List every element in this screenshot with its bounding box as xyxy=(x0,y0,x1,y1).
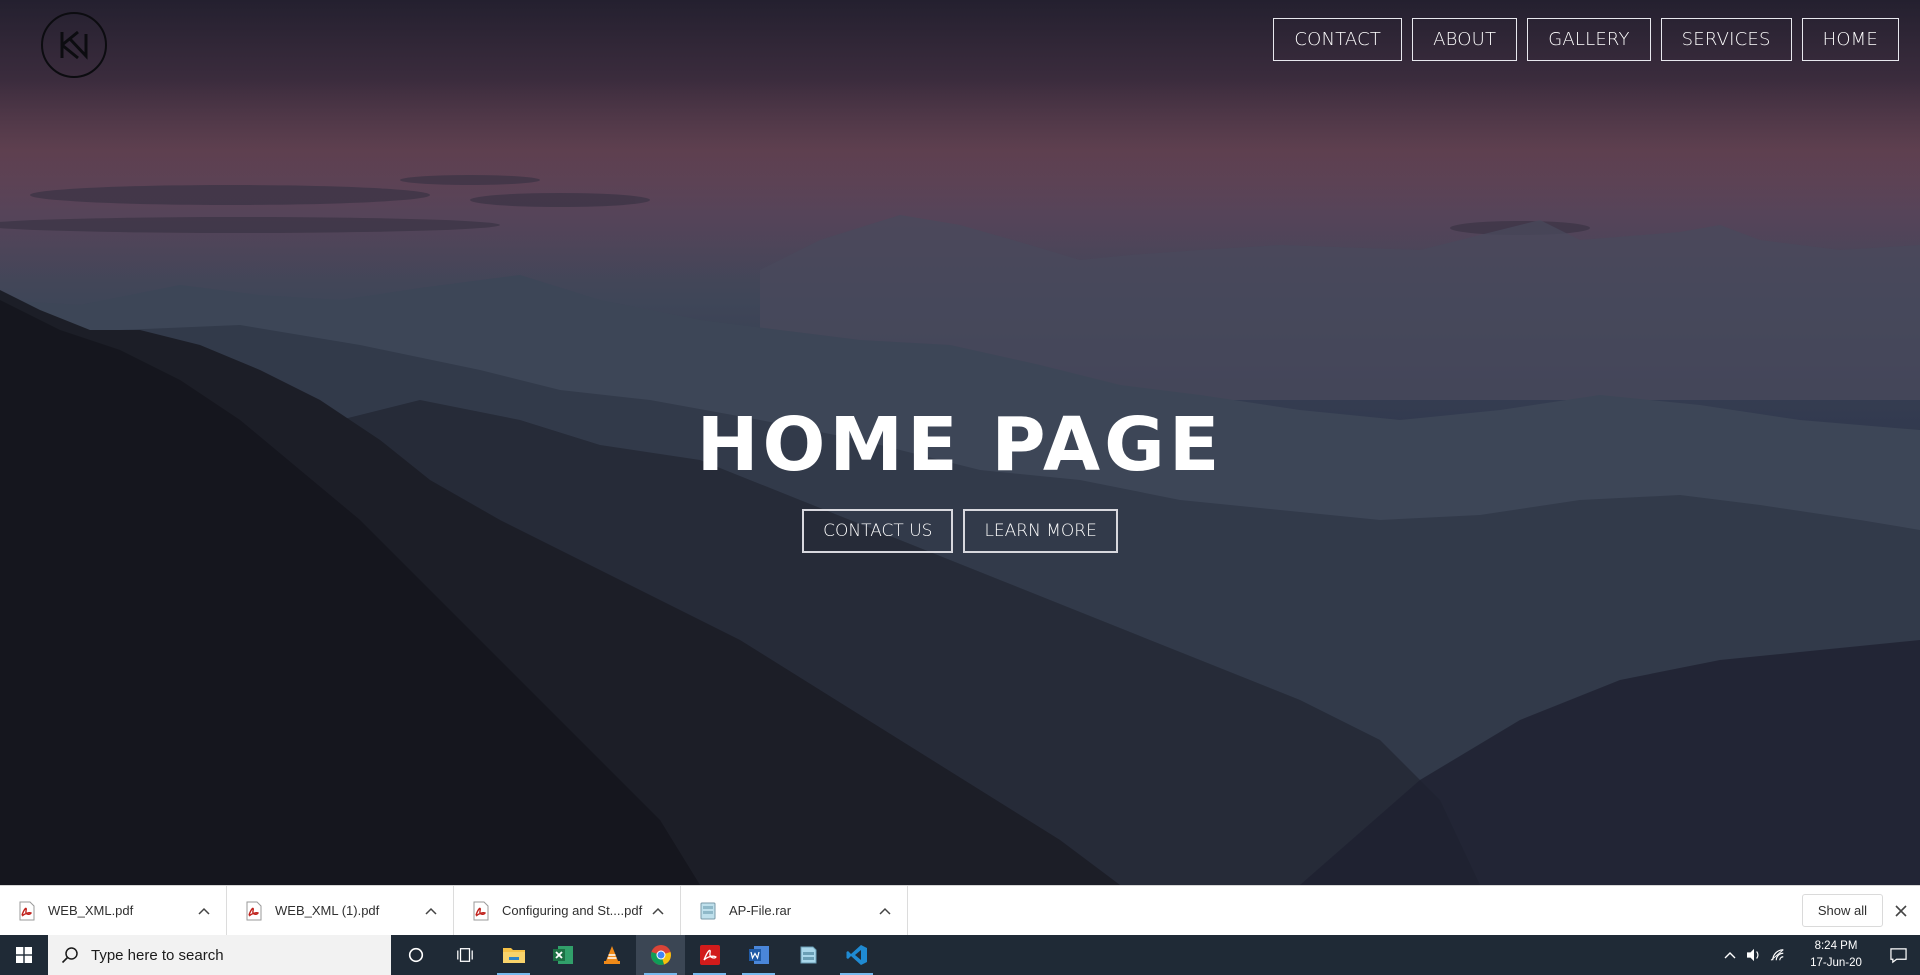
learn-more-button[interactable]: LEARN MORE xyxy=(963,509,1118,553)
windows-start-icon[interactable] xyxy=(0,935,48,975)
file-explorer-icon[interactable] xyxy=(489,935,538,975)
logo-mark-icon xyxy=(60,30,88,60)
clock-time: 8:24 PM xyxy=(1814,940,1858,952)
action-center-icon[interactable] xyxy=(1876,935,1920,975)
hero-actions: CONTACT US LEARN MORE xyxy=(0,509,1920,553)
word-icon[interactable] xyxy=(734,935,783,975)
system-tray: 8:24 PM 17-Jun-20 xyxy=(1718,935,1920,975)
wifi-icon[interactable] xyxy=(1766,935,1790,975)
site-logo[interactable] xyxy=(41,12,107,78)
pdf-file-icon xyxy=(18,901,36,921)
taskbar-clock[interactable]: 8:24 PM 17-Jun-20 xyxy=(1796,938,1876,972)
chevron-up-icon[interactable] xyxy=(423,903,439,919)
excel-icon[interactable] xyxy=(538,935,587,975)
archive-file-icon xyxy=(699,901,717,921)
cortana-icon[interactable] xyxy=(391,935,440,975)
taskbar-search-input[interactable]: Type here to search xyxy=(48,935,391,975)
download-filename: WEB_XML (1).pdf xyxy=(275,903,380,918)
contact-us-button[interactable]: CONTACT US xyxy=(802,509,954,553)
hero-section: CONTACT ABOUT GALLERY SERVICES HOME HOME… xyxy=(0,0,1920,885)
chevron-up-icon[interactable] xyxy=(650,903,666,919)
download-filename: AP-File.rar xyxy=(729,903,792,918)
windows-taskbar: Type here to search 8:24 PM 17-Jun-20 xyxy=(0,935,1920,975)
download-shelf: WEB_XML.pdf WEB_XML (1).pdf Configuring … xyxy=(0,885,1920,936)
clock-date: 17-Jun-20 xyxy=(1810,957,1862,969)
chevron-up-icon[interactable] xyxy=(196,903,212,919)
nav-home[interactable]: HOME xyxy=(1801,18,1899,61)
download-filename: Configuring and St....pdf xyxy=(502,903,643,918)
page-title: HOME PAGE xyxy=(696,402,1224,488)
volume-icon[interactable] xyxy=(1742,935,1766,975)
show-all-downloads-button[interactable]: Show all xyxy=(1801,894,1883,927)
nav-gallery[interactable]: GALLERY xyxy=(1527,18,1651,61)
search-placeholder: Type here to search xyxy=(91,946,224,964)
pdf-file-icon xyxy=(245,901,263,921)
main-nav: CONTACT ABOUT GALLERY SERVICES HOME xyxy=(1273,18,1899,61)
nav-about[interactable]: ABOUT xyxy=(1412,18,1518,61)
chevron-up-icon[interactable] xyxy=(877,903,893,919)
archive-app-icon[interactable] xyxy=(783,935,832,975)
download-item[interactable]: WEB_XML (1).pdf xyxy=(227,885,454,936)
search-icon xyxy=(61,946,79,964)
download-item[interactable]: WEB_XML.pdf xyxy=(0,885,227,936)
download-item[interactable]: Configuring and St....pdf xyxy=(454,885,681,936)
nav-services[interactable]: SERVICES xyxy=(1660,18,1792,61)
download-filename: WEB_XML.pdf xyxy=(48,903,134,918)
close-icon[interactable] xyxy=(1892,902,1910,920)
nav-contact[interactable]: CONTACT xyxy=(1273,18,1403,61)
pdf-file-icon xyxy=(472,901,490,921)
acrobat-icon[interactable] xyxy=(685,935,734,975)
chrome-icon[interactable] xyxy=(636,935,685,975)
vscode-icon[interactable] xyxy=(832,935,881,975)
vlc-icon[interactable] xyxy=(587,935,636,975)
show-hidden-icons-icon[interactable] xyxy=(1718,935,1742,975)
task-view-icon[interactable] xyxy=(440,935,489,975)
download-item[interactable]: AP-File.rar xyxy=(681,885,908,936)
